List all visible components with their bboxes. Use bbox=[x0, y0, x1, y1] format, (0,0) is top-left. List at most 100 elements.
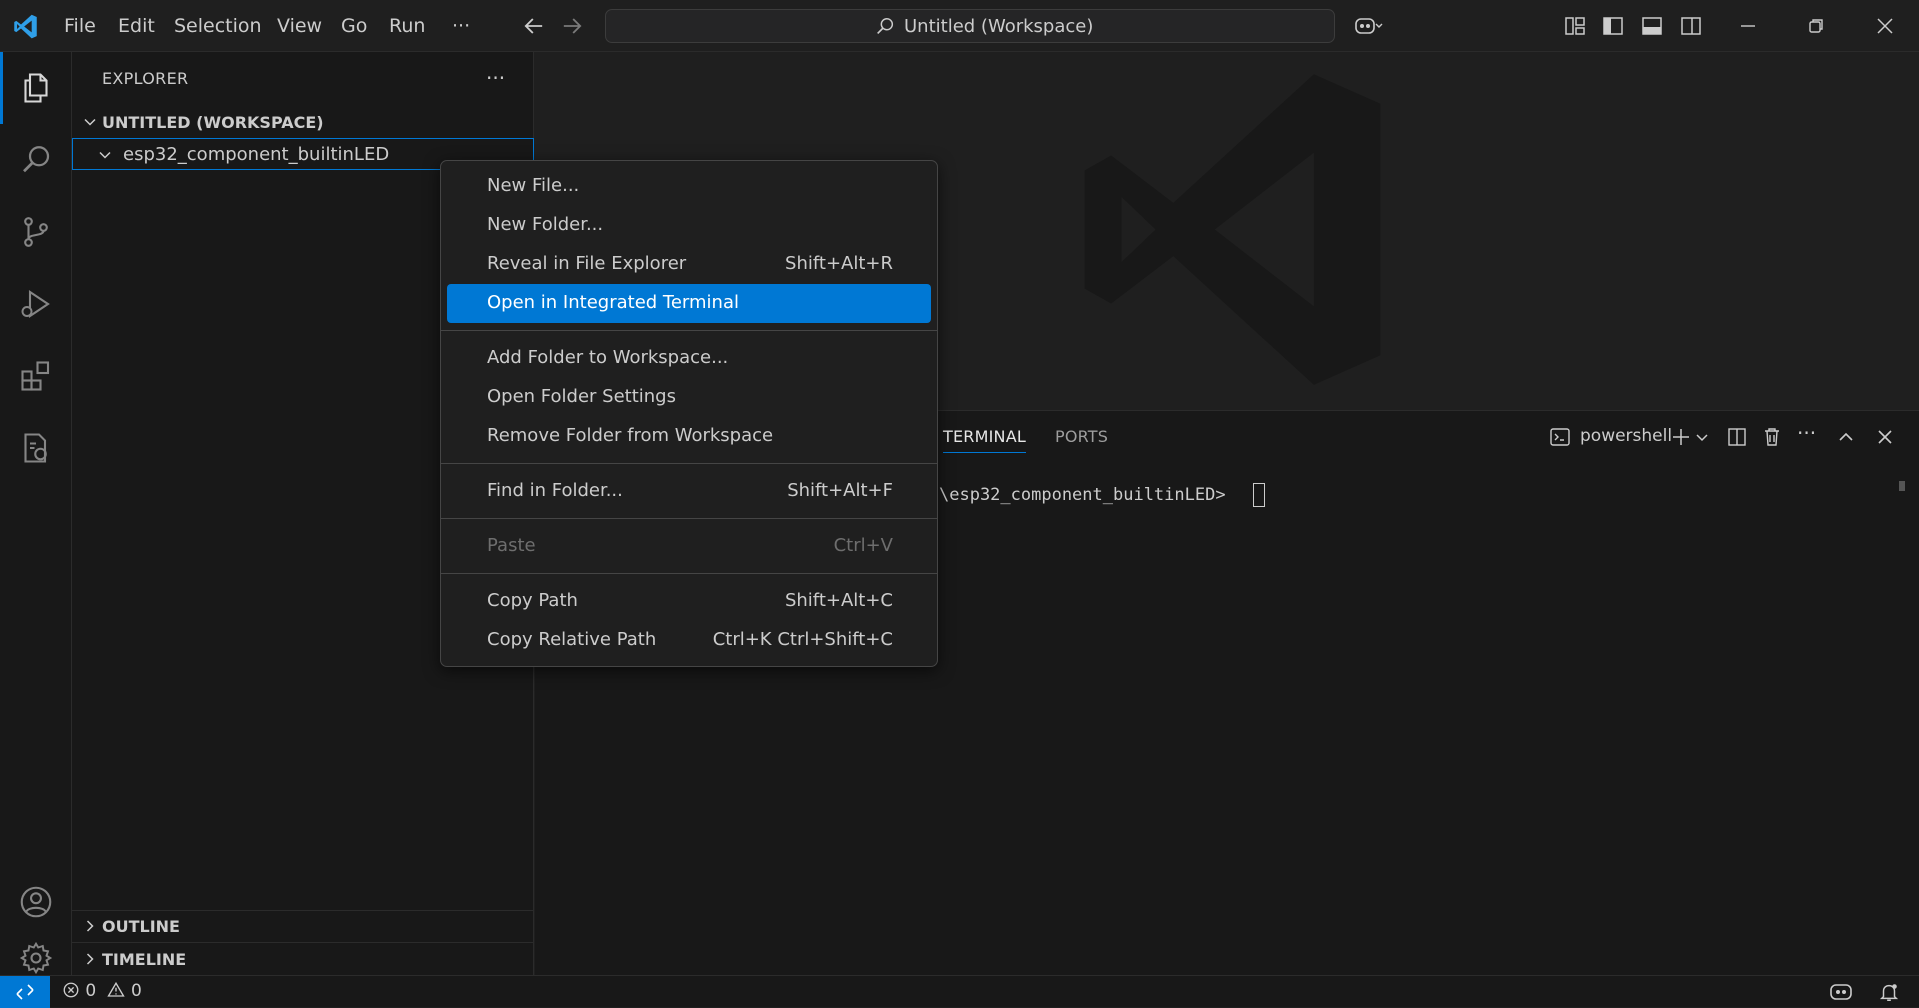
section-divider bbox=[72, 942, 534, 943]
menu-edit[interactable]: Edit bbox=[118, 0, 155, 52]
terminal-icon bbox=[1550, 428, 1570, 446]
activity-remote-explorer[interactable] bbox=[0, 412, 72, 484]
menu-separator bbox=[441, 573, 937, 574]
files-icon bbox=[24, 73, 48, 103]
menu-item-open-folder-settings[interactable]: Open Folder Settings bbox=[447, 378, 931, 417]
menu-item-label: Remove Folder from Workspace bbox=[487, 425, 774, 446]
context-menu: New File... New Folder... Reveal in File… bbox=[440, 160, 938, 667]
activity-accounts[interactable] bbox=[0, 866, 72, 938]
problems-indicator[interactable]: 0 0 bbox=[62, 981, 142, 1001]
terminal-prompt[interactable]: \esp32_component_builtinLED> bbox=[939, 485, 1226, 505]
remote-icon bbox=[16, 984, 34, 1000]
close-panel-icon[interactable] bbox=[1873, 425, 1897, 449]
terminal-profile-label[interactable]: powershell bbox=[1580, 426, 1672, 446]
back-arrow-icon[interactable] bbox=[520, 12, 548, 40]
toggle-primary-sidebar-icon[interactable] bbox=[1601, 14, 1625, 38]
menu-item-copy-relative-path[interactable]: Copy Relative Path Ctrl+K Ctrl+Shift+C bbox=[447, 621, 931, 660]
chevron-right-icon bbox=[86, 920, 94, 932]
tab-terminal[interactable]: TERMINAL bbox=[943, 427, 1026, 453]
terminal-scrollbar[interactable] bbox=[1899, 481, 1905, 491]
warning-count: 0 bbox=[131, 981, 142, 1001]
menu-item-label: Open in Integrated Terminal bbox=[487, 292, 739, 313]
menu-item-label: Paste bbox=[487, 535, 536, 556]
outline-section-label: OUTLINE bbox=[102, 917, 180, 936]
activity-explorer[interactable] bbox=[0, 52, 72, 124]
restore-icon[interactable] bbox=[1804, 14, 1828, 38]
workspace-section-header[interactable]: UNTITLED (WORKSPACE) bbox=[72, 107, 534, 137]
split-terminal-icon[interactable] bbox=[1725, 425, 1749, 449]
menu-separator bbox=[441, 518, 937, 519]
menu-item-label: Copy Relative Path bbox=[487, 629, 657, 650]
folder-label: esp32_component_builtinLED bbox=[123, 144, 390, 165]
customize-layout-icon[interactable] bbox=[1563, 14, 1587, 38]
title-bar: File Edit Selection View Go Run ··· Unti… bbox=[0, 0, 1919, 52]
source-control-icon bbox=[24, 217, 48, 247]
timeline-section-label: TIMELINE bbox=[102, 950, 187, 969]
menu-separator bbox=[441, 463, 937, 464]
menu-item-find-in-folder[interactable]: Find in Folder... Shift+Alt+F bbox=[447, 472, 931, 511]
menu-item-add-folder-to-workspace[interactable]: Add Folder to Workspace... bbox=[447, 339, 931, 378]
menu-view[interactable]: View bbox=[277, 0, 322, 52]
menu-item-label: Reveal in File Explorer bbox=[487, 253, 687, 274]
toggle-secondary-sidebar-icon[interactable] bbox=[1679, 14, 1703, 38]
activity-search[interactable] bbox=[0, 124, 72, 196]
vscode-logo-icon[interactable] bbox=[12, 13, 39, 40]
run-debug-icon bbox=[21, 290, 50, 318]
trash-icon[interactable] bbox=[1760, 425, 1784, 449]
search-icon bbox=[877, 18, 894, 35]
account-icon bbox=[20, 886, 52, 918]
forward-arrow-icon[interactable] bbox=[558, 12, 586, 40]
error-icon bbox=[63, 982, 79, 998]
maximize-panel-icon[interactable] bbox=[1834, 425, 1858, 449]
toggle-panel-icon[interactable] bbox=[1640, 14, 1664, 38]
menu-item-shortcut: Ctrl+K Ctrl+Shift+C bbox=[712, 629, 893, 650]
esp-idf-icon bbox=[24, 433, 47, 463]
notifications-bell-icon[interactable] bbox=[1878, 981, 1900, 1003]
minimize-icon[interactable] bbox=[1736, 14, 1760, 38]
menu-item-shortcut: Shift+Alt+R bbox=[785, 253, 893, 274]
extensions-icon bbox=[21, 361, 50, 391]
menu-item-label: New Folder... bbox=[487, 214, 604, 235]
activity-source-control[interactable] bbox=[0, 196, 72, 268]
menu-separator bbox=[441, 330, 937, 331]
chevron-right-icon bbox=[86, 953, 94, 965]
sidebar-more-actions-button[interactable]: ··· bbox=[486, 66, 505, 90]
chevron-down-icon[interactable] bbox=[1693, 425, 1711, 449]
menu-item-reveal-in-file-explorer[interactable]: Reveal in File Explorer Shift+Alt+R bbox=[447, 245, 931, 284]
menu-item-shortcut: Ctrl+V bbox=[833, 535, 893, 556]
menu-item-remove-folder-from-workspace[interactable]: Remove Folder from Workspace bbox=[447, 417, 931, 456]
timeline-section-header[interactable]: TIMELINE bbox=[72, 944, 534, 974]
activity-bar bbox=[0, 52, 72, 975]
chevron-down-icon bbox=[99, 151, 111, 159]
menu-item-new-file[interactable]: New File... bbox=[447, 167, 931, 206]
menu-file[interactable]: File bbox=[64, 0, 96, 52]
menu-more[interactable]: ··· bbox=[452, 0, 470, 52]
activity-extensions[interactable] bbox=[0, 340, 72, 412]
menu-item-label: Copy Path bbox=[487, 590, 578, 611]
menu-item-copy-path[interactable]: Copy Path Shift+Alt+C bbox=[447, 582, 931, 621]
menu-item-shortcut: Shift+Alt+C bbox=[784, 590, 893, 611]
menu-item-shortcut: Shift+Alt+F bbox=[787, 480, 893, 501]
menu-item-new-folder[interactable]: New Folder... bbox=[447, 206, 931, 245]
new-terminal-plus-icon[interactable] bbox=[1669, 425, 1693, 449]
close-icon[interactable] bbox=[1873, 14, 1897, 38]
tab-ports[interactable]: PORTS bbox=[1055, 427, 1108, 446]
activity-manage[interactable] bbox=[0, 938, 72, 975]
activity-run-debug[interactable] bbox=[0, 268, 72, 340]
gear-icon bbox=[19, 941, 53, 975]
command-center-search[interactable]: Untitled (Workspace) bbox=[605, 9, 1335, 43]
terminal-cursor bbox=[1253, 483, 1265, 507]
outline-section-header[interactable]: OUTLINE bbox=[72, 911, 534, 941]
panel-more-actions-button[interactable]: ··· bbox=[1797, 421, 1816, 445]
workspace-section-label: UNTITLED (WORKSPACE) bbox=[102, 113, 324, 132]
menu-item-label: New File... bbox=[487, 175, 580, 196]
remote-indicator[interactable] bbox=[0, 976, 50, 1008]
menu-item-paste: Paste Ctrl+V bbox=[447, 527, 931, 566]
menu-selection[interactable]: Selection bbox=[174, 0, 262, 52]
warning-icon bbox=[106, 981, 125, 997]
menu-run[interactable]: Run bbox=[389, 0, 425, 52]
menu-go[interactable]: Go bbox=[341, 0, 367, 52]
copilot-status-icon[interactable] bbox=[1828, 981, 1854, 1003]
menu-item-open-in-integrated-terminal[interactable]: Open in Integrated Terminal bbox=[447, 284, 931, 323]
copilot-icon[interactable] bbox=[1354, 14, 1384, 38]
